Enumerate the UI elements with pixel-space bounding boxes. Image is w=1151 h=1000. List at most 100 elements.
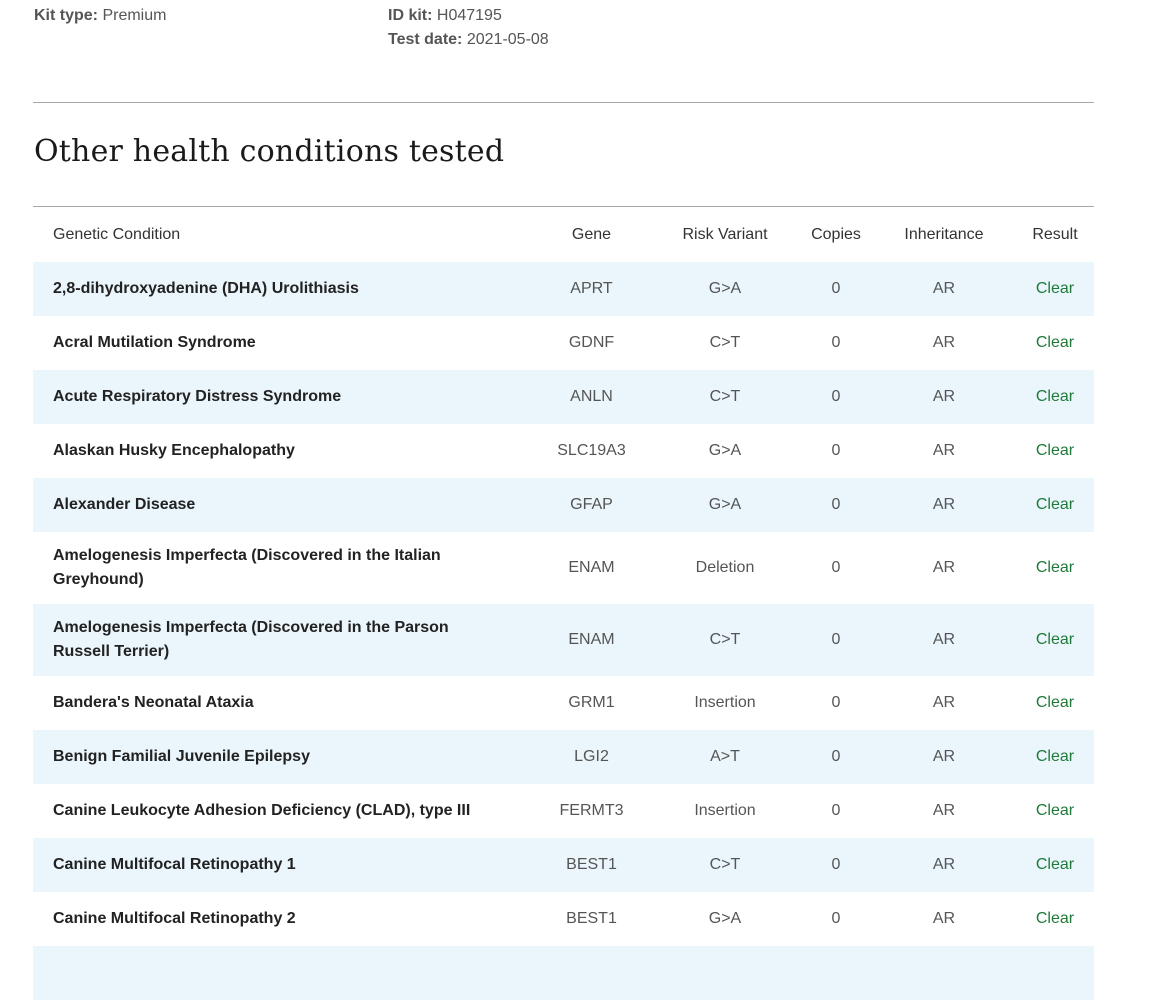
cell-copies: 0: [831, 631, 841, 648]
cell-condition: Canine Multifocal Retinopathy 1: [53, 856, 296, 873]
cell-condition: Alaskan Husky Encephalopathy: [53, 442, 295, 459]
header-gene: Gene: [571, 225, 612, 243]
cell-gene: SLC19A3: [557, 442, 626, 459]
cell-gene: ENAM: [568, 559, 615, 576]
cell-result: Clear: [1035, 802, 1075, 819]
cell-inheritance: AR: [932, 856, 956, 873]
test-date: Test date: 2021-05-08: [388, 28, 549, 52]
cell-gene: GRM1: [568, 694, 615, 711]
cell-condition: Amelogenesis Imperfecta (Discovered in t…: [53, 619, 449, 660]
header-copies: Copies: [811, 225, 861, 243]
table-row-partial: [33, 946, 1094, 1000]
table-body: 2,8-dihydroxyadenine (DHA) Urolithiasis …: [33, 262, 1094, 1000]
cell-copies: 0: [831, 748, 841, 765]
cell-risk-variant: C>T: [709, 334, 741, 351]
kit-id-value: H047195: [436, 7, 502, 24]
cell-result: Clear: [1035, 856, 1075, 873]
cell-copies: 0: [831, 388, 841, 405]
table-row: Alaskan Husky Encephalopathy SLC19A3 G>A…: [33, 424, 1094, 478]
test-date-label: Test date:: [388, 31, 463, 48]
table-row: Acral Mutilation Syndrome GDNF C>T 0 AR …: [33, 316, 1094, 370]
cell-risk-variant: C>T: [709, 856, 741, 873]
conditions-table: Genetic Condition Gene Risk Variant Copi…: [33, 207, 1094, 1000]
cell-result: [1016, 946, 1094, 1000]
cell-result: Clear: [1035, 496, 1075, 513]
table-row: Canine Leukocyte Adhesion Deficiency (CL…: [33, 784, 1094, 838]
cell-copies: 0: [831, 559, 841, 576]
cell-copies: 0: [831, 496, 841, 513]
cell-inheritance: AR: [932, 559, 956, 576]
kit-id-label: ID kit:: [388, 7, 433, 24]
cell-gene: ENAM: [568, 631, 615, 648]
cell-risk-variant: A>T: [710, 748, 740, 765]
cell-result: Clear: [1035, 388, 1075, 405]
cell-condition: [33, 946, 533, 1000]
cell-result: Clear: [1035, 442, 1075, 459]
table-row: Canine Multifocal Retinopathy 1 BEST1 C>…: [33, 838, 1094, 892]
cell-inheritance: AR: [932, 910, 956, 927]
cell-gene: APRT: [570, 280, 613, 297]
cell-condition: Acral Mutilation Syndrome: [53, 334, 256, 351]
table-row: Bandera's Neonatal Ataxia GRM1 Insertion…: [33, 676, 1094, 730]
table-row: Benign Familial Juvenile Epilepsy LGI2 A…: [33, 730, 1094, 784]
kit-type-label: Kit type:: [34, 7, 98, 24]
cell-inheritance: AR: [932, 334, 956, 351]
cell-copies: 0: [831, 442, 841, 459]
cell-risk-variant: Deletion: [695, 559, 755, 576]
cell-condition: 2,8-dihydroxyadenine (DHA) Urolithiasis: [53, 280, 359, 297]
cell-gene: LGI2: [574, 748, 609, 765]
header-inheritance: Inheritance: [904, 225, 984, 243]
kit-type: Kit type: Premium: [34, 4, 166, 28]
cell-risk-variant: G>A: [708, 280, 742, 297]
cell-inheritance: AR: [932, 748, 956, 765]
table-row: Amelogenesis Imperfecta (Discovered in t…: [33, 604, 1094, 676]
conditions-table-wrapper: Genetic Condition Gene Risk Variant Copi…: [33, 207, 1094, 1000]
kit-type-value: Premium: [102, 7, 167, 24]
cell-gene: BEST1: [566, 910, 617, 927]
cell-inheritance: AR: [932, 280, 956, 297]
cell-inheritance: AR: [932, 802, 956, 819]
header-genetic-condition: Genetic Condition: [53, 225, 181, 243]
cell-copies: 0: [831, 856, 841, 873]
section-divider-top: [33, 102, 1094, 103]
table-row: Canine Multifocal Retinopathy 2 BEST1 G>…: [33, 892, 1094, 946]
cell-inheritance: AR: [932, 496, 956, 513]
cell-condition: Canine Multifocal Retinopathy 2: [53, 910, 296, 927]
cell-condition: Bandera's Neonatal Ataxia: [53, 694, 254, 711]
cell-result: Clear: [1035, 559, 1075, 576]
cell-gene: GDNF: [568, 334, 615, 351]
header-risk-variant: Risk Variant: [682, 225, 768, 243]
cell-gene: FERMT3: [559, 802, 624, 819]
cell-condition: Canine Leukocyte Adhesion Deficiency (CL…: [53, 802, 471, 819]
table-row: 2,8-dihydroxyadenine (DHA) Urolithiasis …: [33, 262, 1094, 316]
kit-id: ID kit: H047195: [388, 4, 549, 28]
cell-condition: Benign Familial Juvenile Epilepsy: [53, 748, 310, 765]
table-row: Amelogenesis Imperfecta (Discovered in t…: [33, 532, 1094, 604]
cell-risk-variant: G>A: [708, 910, 742, 927]
cell-result: Clear: [1035, 631, 1075, 648]
cell-condition: Acute Respiratory Distress Syndrome: [53, 388, 342, 405]
table-row: Acute Respiratory Distress Syndrome ANLN…: [33, 370, 1094, 424]
cell-inheritance: AR: [932, 631, 956, 648]
header-result: Result: [1032, 225, 1078, 243]
cell-result: Clear: [1035, 910, 1075, 927]
cell-copies: 0: [831, 280, 841, 297]
cell-risk-variant: G>A: [708, 496, 742, 513]
cell-risk-variant: G>A: [708, 442, 742, 459]
section-title: Other health conditions tested: [34, 134, 505, 169]
cell-result: Clear: [1035, 748, 1075, 765]
cell-inheritance: AR: [932, 388, 956, 405]
cell-result: Clear: [1035, 280, 1075, 297]
cell-copies: [800, 946, 872, 1000]
cell-gene: ANLN: [570, 388, 613, 405]
cell-risk-variant: Insertion: [694, 802, 756, 819]
cell-gene: [533, 946, 650, 1000]
cell-risk-variant: C>T: [709, 631, 741, 648]
cell-gene: GFAP: [570, 496, 613, 513]
test-date-value: 2021-05-08: [466, 31, 549, 48]
cell-copies: 0: [831, 694, 841, 711]
cell-copies: 0: [831, 910, 841, 927]
cell-condition: Alexander Disease: [53, 496, 196, 513]
table-row: Alexander Disease GFAP G>A 0 AR Clear: [33, 478, 1094, 532]
cell-risk-variant: Insertion: [694, 694, 756, 711]
